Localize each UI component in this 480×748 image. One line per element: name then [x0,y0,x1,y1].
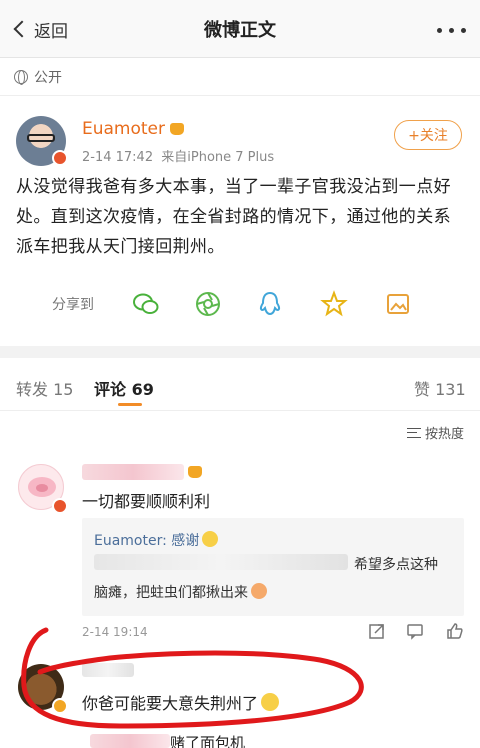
sort-by-hot-button[interactable]: 按热度 [406,423,464,442]
page-title: 微博正文 [204,20,276,41]
share-row: 分享到 [0,284,480,324]
pig-snout [36,484,48,492]
smile-emoji-icon [202,531,219,547]
section-divider [0,346,480,358]
reply-text-line2-content: 脑瘫，把蛀虫们都揪出来 [94,585,248,601]
comment-text: 一切都要顺顺利利 [82,492,211,511]
blurred-reply-name [94,554,348,570]
blurred-username [90,734,170,748]
reply-author[interactable]: Euamoter: 感谢 [94,530,219,550]
post-time: 2-14 17:42 [82,150,154,165]
vip-crown-icon [188,466,202,478]
reply-box[interactable]: Euamoter: 感谢 希望多点这种 脑瘫，把蛀虫们都揪出来 [82,518,464,616]
reply-text-line1: 希望多点这种 [354,557,438,573]
post-source: 来自iPhone 7 Plus [161,150,275,165]
author-name-text: Euamoter [82,119,166,139]
qzone-icon[interactable] [320,290,348,318]
partial-comment-text: 赌了面包机 [170,734,246,748]
wechat-icon[interactable] [132,290,160,318]
author-name[interactable]: Euamoter [82,119,185,139]
verified-badge-icon [52,150,68,166]
share-comment-icon[interactable] [368,622,386,640]
more-options-icon[interactable] [437,28,466,33]
smirk-emoji-icon [261,693,280,711]
tab-repost[interactable]: 转发 15 [16,376,73,400]
vip-crown-icon [170,123,185,135]
tab-likes[interactable]: 赞 131 [414,376,466,400]
top-nav-bar: 返回 微博正文 [0,0,480,58]
active-tab-indicator [118,403,142,406]
red-annotation-circle [21,627,364,729]
moments-icon[interactable] [194,290,222,318]
tab-comments[interactable]: 评论 69 [94,376,154,400]
reply-text-line2: 脑瘫，把蛀虫们都揪出来 [94,582,267,602]
verified-badge-icon [52,698,68,714]
sort-icon [406,427,421,438]
avatar-glasses [27,134,55,142]
post-meta: 2-14 17:42 来自iPhone 7 Plus [82,146,274,165]
blurred-username [82,464,184,480]
visibility-row: 公开 [0,58,480,96]
comment-text: 你爸可能要大意失荆州了 [82,690,280,714]
blurred-username [82,663,134,677]
verified-badge-icon [52,498,68,514]
follow-button[interactable]: +关注 [394,120,462,150]
album-icon[interactable] [384,290,412,318]
comment-text-content: 你爸可能要大意失荆州了 [82,694,259,713]
tabs-border [0,410,480,411]
reply-author-text: Euamoter: 感谢 [94,533,200,549]
globe-icon [14,69,28,85]
comment-time: 2-14 19:14 [82,625,148,639]
post-body: 从没觉得我爸有多大本事，当了一辈子官我没沾到一点好处。直到这次疫情，在全省封路的… [16,177,451,257]
reply-comment-icon[interactable] [406,622,424,640]
share-label: 分享到 [52,297,94,313]
crying-emoji-icon [251,583,267,599]
sort-label: 按热度 [424,427,464,442]
qq-icon[interactable] [256,290,284,318]
like-comment-icon[interactable] [446,622,464,640]
visibility-label: 公开 [34,69,62,86]
